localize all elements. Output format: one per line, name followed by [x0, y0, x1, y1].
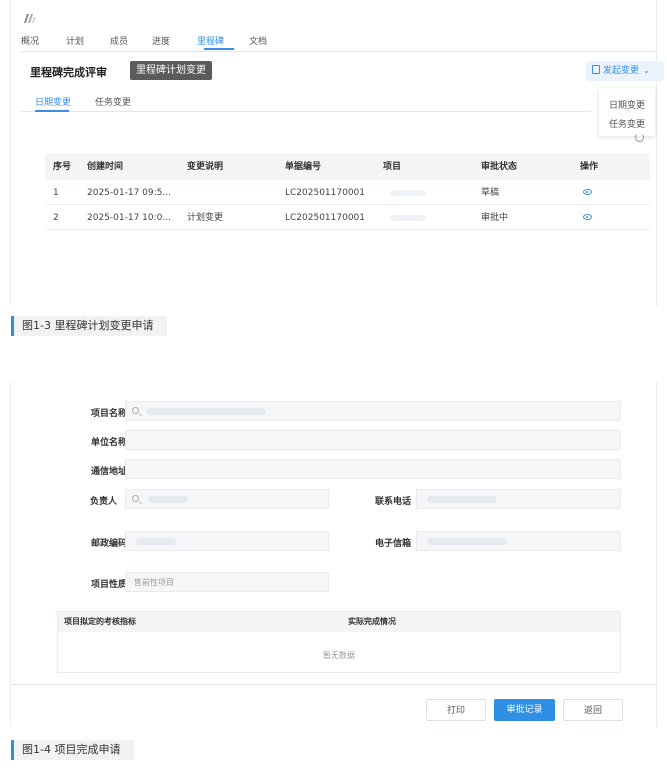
document-icon: [592, 65, 600, 74]
blurred-value: [148, 496, 188, 503]
col-index: 序号: [53, 162, 72, 172]
phone-input[interactable]: [416, 489, 621, 509]
chevron-down-icon: ⌄: [643, 66, 650, 75]
subtitle-chip: 里程碑计划变更: [130, 61, 212, 80]
address-input[interactable]: [125, 459, 621, 479]
change-list-table: 序号 创建时间 变更说明 单据编号 项目 审批状态 操作 1 2025-01-1…: [45, 154, 650, 230]
subtab-date-change[interactable]: 日期变更: [35, 95, 71, 108]
view-action[interactable]: [583, 205, 592, 231]
dropdown-item-date-change[interactable]: 日期变更: [609, 98, 645, 111]
label-address: 通信地址: [90, 467, 127, 477]
table-header: 项目拟定的考核指标 实际完成情况: [58, 612, 620, 632]
table-row: 1 2025-01-17 09:5... LC202501170001 草稿: [45, 180, 650, 205]
empty-state-text: 暂无数据: [323, 651, 355, 660]
col-actual-completion: 实际完成情况: [348, 617, 396, 626]
label-project-name: 项目名称: [90, 409, 127, 419]
milestone-change-screenshot: 概况 计划 成员 进度 里程碑 文档 里程碑完成评审 里程碑计划变更 发起变更 ⌄…: [10, 0, 664, 306]
indicator-table: 项目拟定的考核指标 实际完成情况 暂无数据: [57, 611, 621, 673]
cell-index: 2: [53, 213, 59, 223]
active-tab-indicator: [204, 48, 234, 50]
cell-created: 2025-01-17 10:0...: [87, 213, 171, 223]
print-button[interactable]: 打印: [426, 699, 486, 721]
blurred-value: [146, 408, 266, 415]
project-nature-select[interactable]: 售前性项目: [125, 572, 329, 592]
tab-documents[interactable]: 文档: [249, 34, 267, 47]
back-button[interactable]: 返回: [563, 699, 623, 721]
blurred-value: [427, 496, 497, 503]
postal-code-input[interactable]: [125, 531, 329, 551]
col-created: 创建时间: [87, 162, 124, 172]
initiate-change-button[interactable]: 发起变更 ⌄: [586, 61, 664, 81]
blurred-value: [136, 538, 176, 545]
col-description: 变更说明: [187, 162, 224, 172]
label-phone: 联系电话: [374, 497, 411, 507]
col-status: 审批状态: [481, 162, 518, 172]
page-title: 里程碑完成评审: [30, 66, 107, 79]
tab-milestone[interactable]: 里程碑: [197, 34, 224, 47]
active-subtab-indicator: [35, 110, 69, 112]
project-completion-screenshot: 项目名称 单位名称 通信地址 负责人 联系电话 邮政编码 电子信箱 项目性质 售…: [10, 382, 657, 727]
project-name-input[interactable]: [125, 401, 621, 421]
blurred-project: [390, 190, 426, 196]
owner-input[interactable]: [125, 489, 329, 509]
col-project: 项目: [383, 162, 402, 172]
search-icon: [132, 495, 139, 502]
col-actions: 操作: [580, 162, 599, 172]
cell-doc-number: LC202501170001: [285, 188, 366, 198]
tab-members[interactable]: 成员: [110, 34, 128, 47]
project-nature-value: 售前性项目: [134, 578, 174, 587]
cell-index: 1: [53, 188, 59, 198]
cell-created: 2025-01-17 09:5...: [87, 188, 171, 198]
tab-overview[interactable]: 概况: [21, 34, 39, 47]
col-doc-number: 单据编号: [285, 162, 322, 172]
email-input[interactable]: [416, 531, 621, 551]
tab-plan[interactable]: 计划: [66, 34, 84, 47]
label-email: 电子信箱: [374, 539, 411, 549]
blurred-project: [390, 215, 426, 221]
eye-icon: [583, 214, 592, 220]
cell-status: 草稿: [481, 188, 500, 198]
view-action[interactable]: [583, 180, 592, 206]
app-logo-icon: [24, 14, 36, 23]
search-icon: [132, 407, 139, 414]
table-row: 2 2025-01-17 10:0... 计划变更 LC202501170001…: [45, 205, 650, 230]
change-type-dropdown: 日期变更 任务变更: [599, 88, 655, 136]
figure-caption-1-4: 图1-4 项目完成申请: [11, 740, 135, 760]
approval-log-button[interactable]: 审批记录: [494, 699, 555, 721]
label-project-nature: 项目性质: [90, 580, 127, 590]
eye-icon: [583, 189, 592, 195]
unit-name-input[interactable]: [125, 430, 621, 450]
blurred-value: [427, 538, 507, 545]
figure-caption-1-3: 图1-3 里程碑计划变更申请: [11, 316, 168, 336]
table-header: 序号 创建时间 变更说明 单据编号 项目 审批状态 操作: [45, 154, 650, 180]
cell-doc-number: LC202501170001: [285, 213, 366, 223]
label-postal-code: 邮政编码: [90, 539, 127, 549]
subtab-task-change[interactable]: 任务变更: [95, 95, 131, 108]
col-planned-indicators: 项目拟定的考核指标: [64, 617, 136, 626]
sub-tab-bar: 日期变更 任务变更: [21, 94, 591, 112]
action-footer: 打印 审批记录 返回: [11, 684, 656, 727]
label-unit-name: 单位名称: [90, 438, 127, 448]
label-owner: 负责人: [89, 497, 117, 507]
main-tab-bar: 概况 计划 成员 进度 里程碑 文档: [21, 34, 656, 52]
refresh-icon[interactable]: [635, 133, 644, 142]
cell-description: 计划变更: [187, 213, 224, 223]
tab-progress[interactable]: 进度: [152, 34, 170, 47]
dropdown-item-task-change[interactable]: 任务变更: [609, 117, 645, 130]
cell-status: 审批中: [481, 213, 509, 223]
initiate-change-label: 发起变更: [603, 66, 640, 76]
